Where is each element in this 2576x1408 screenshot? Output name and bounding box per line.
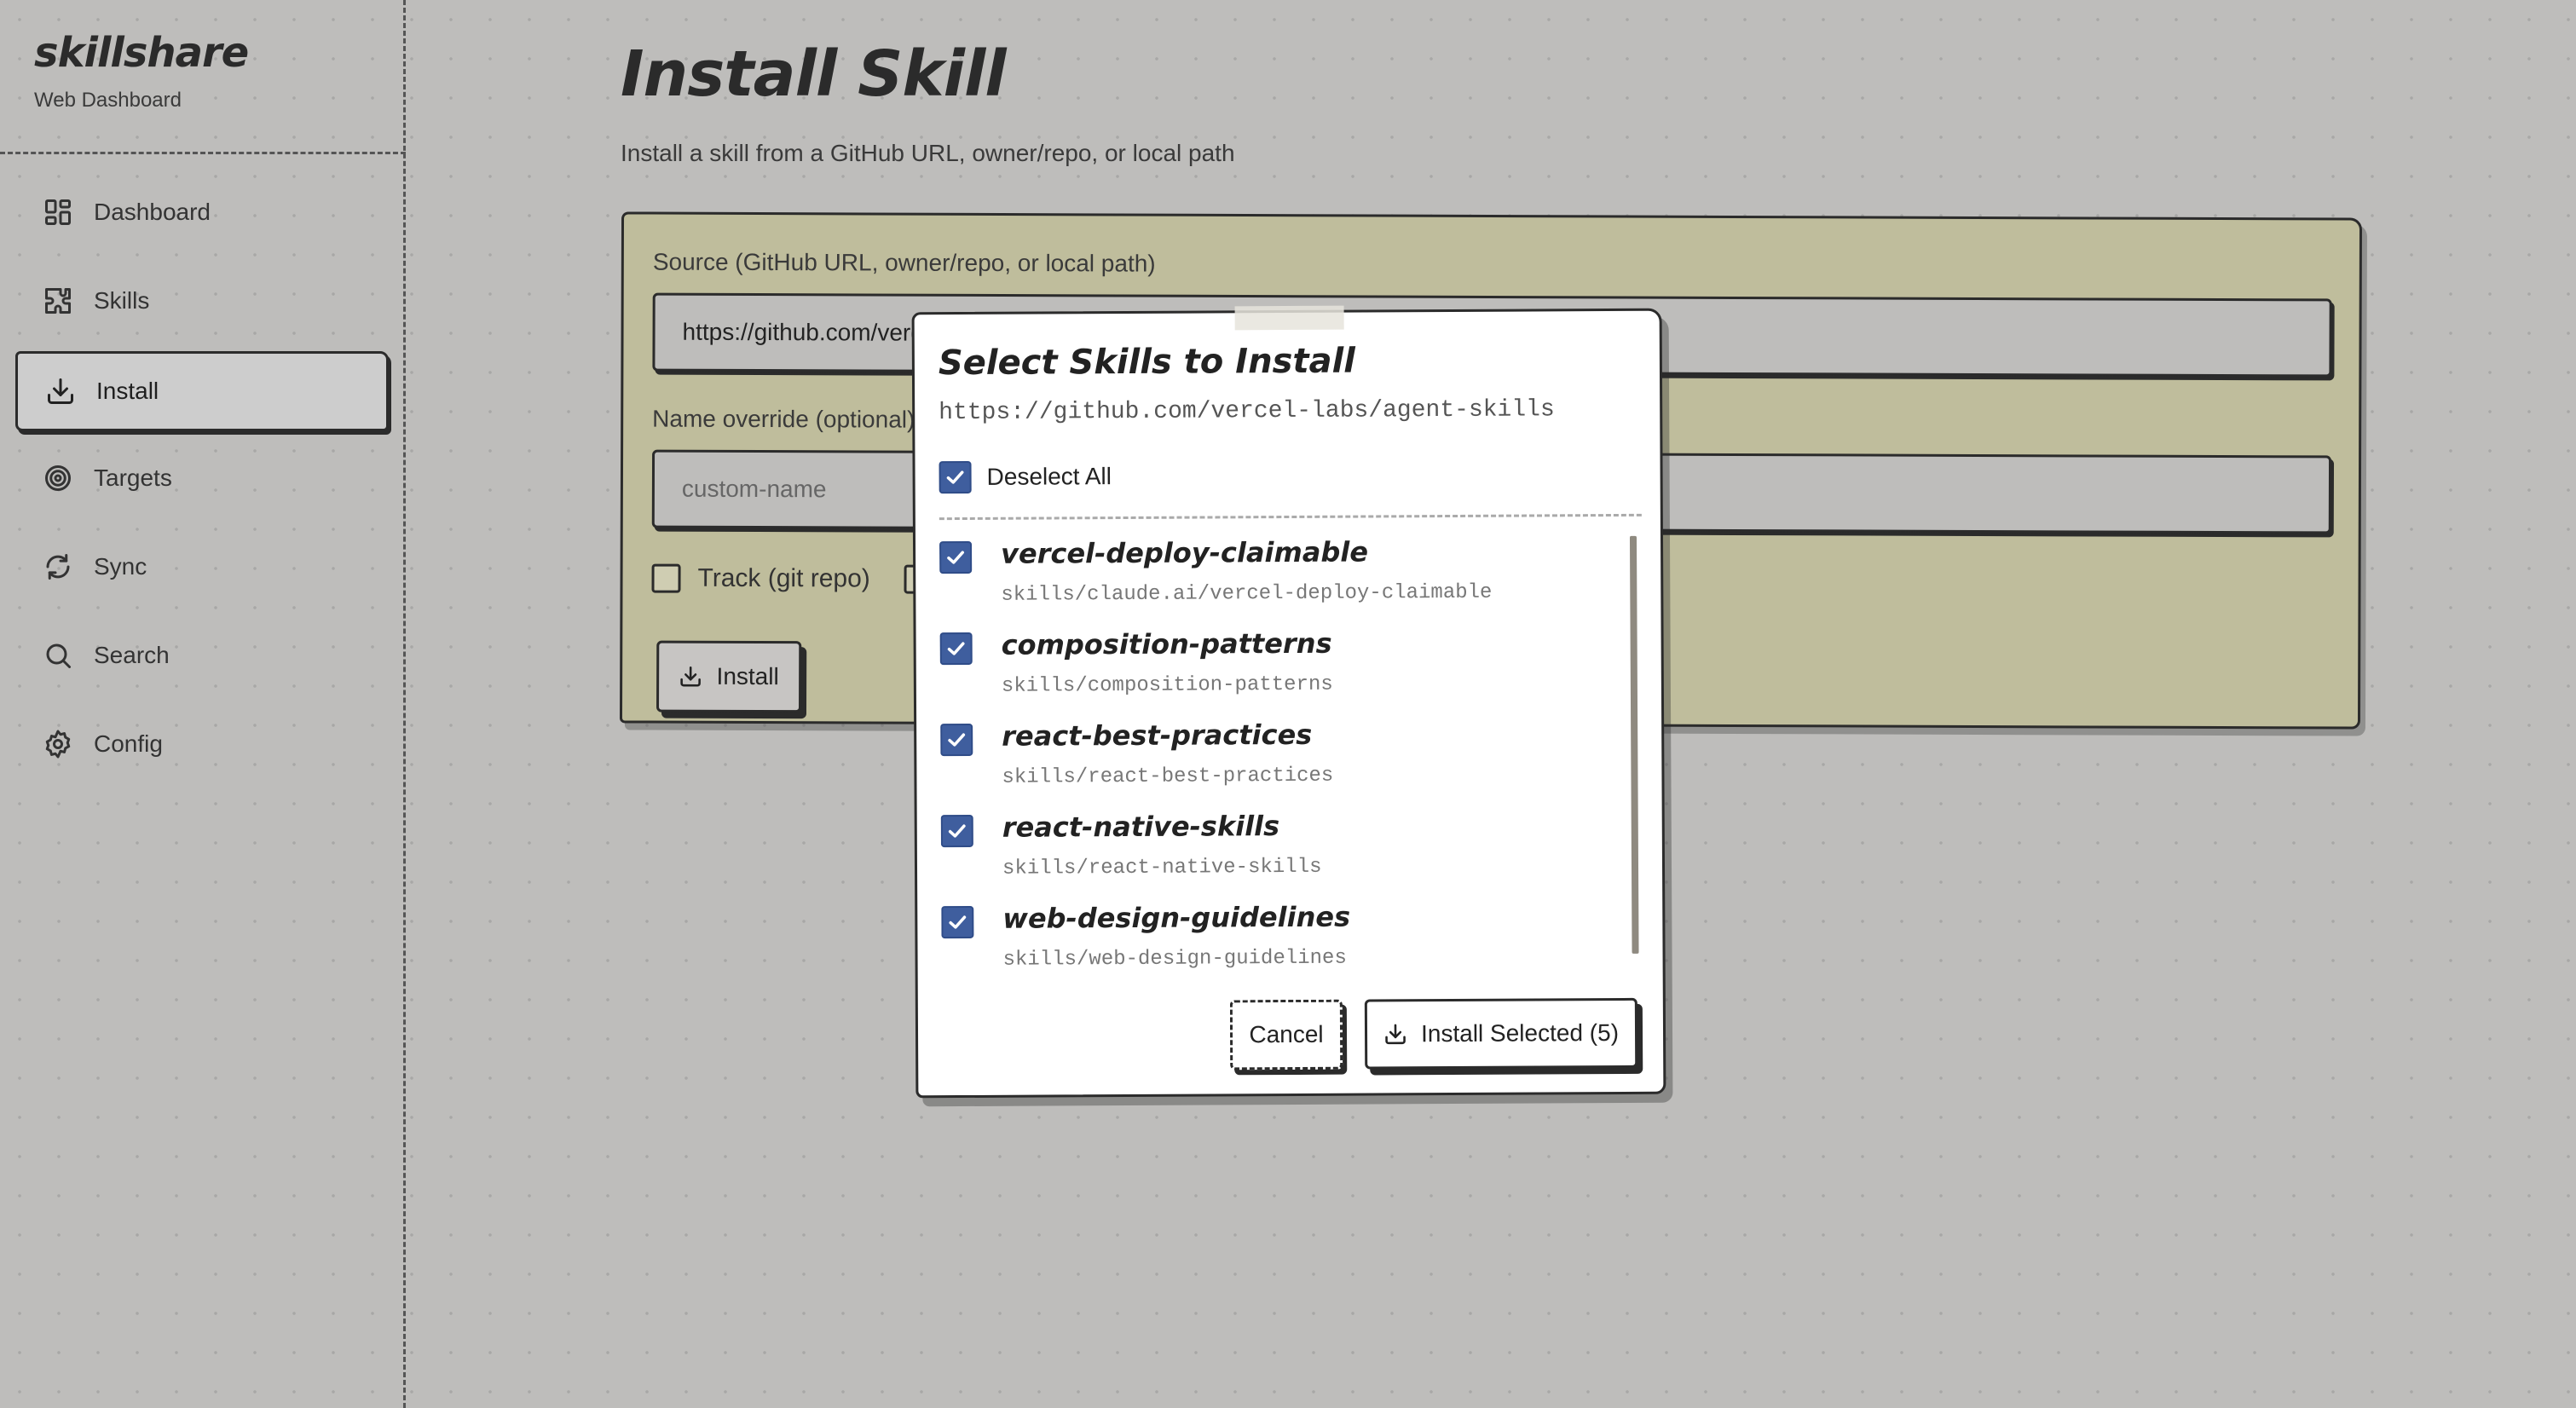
sidebar-item-label: Config bbox=[94, 730, 163, 757]
select-skills-modal: Select Skills to Install https://github.… bbox=[911, 305, 1666, 1099]
checkmark-icon bbox=[947, 642, 965, 655]
modal-tape bbox=[1234, 305, 1344, 331]
skill-list-scrollbar[interactable] bbox=[1629, 535, 1639, 954]
sidebar-item-label: Dashboard bbox=[94, 199, 211, 225]
sidebar-item-skills[interactable]: Skills bbox=[15, 261, 389, 341]
skill-checkbox[interactable] bbox=[940, 723, 973, 757]
install-selected-button[interactable]: Install Selected (5) bbox=[1364, 997, 1638, 1070]
cancel-button[interactable]: Cancel bbox=[1229, 999, 1343, 1070]
skill-item[interactable]: react-native-skills skills/react-native-… bbox=[940, 808, 1607, 903]
install-selected-label: Install Selected (5) bbox=[1420, 1018, 1620, 1047]
track-checkbox[interactable] bbox=[651, 563, 681, 593]
sidebar-item-dashboard[interactable]: Dashboard bbox=[15, 172, 389, 252]
sidebar-item-label: Sync bbox=[94, 553, 147, 580]
scrollbar-thumb[interactable] bbox=[1629, 535, 1639, 954]
modal-title: Select Skills to Install bbox=[938, 341, 1356, 384]
dashboard-icon bbox=[43, 197, 73, 228]
checkmark-icon bbox=[946, 470, 964, 484]
name-override-placeholder: custom-name bbox=[681, 475, 827, 503]
checkmark-icon bbox=[948, 824, 966, 838]
source-label: Source (GitHub URL, owner/repo, or local… bbox=[652, 248, 1156, 277]
sidebar-item-label: Skills bbox=[94, 287, 150, 314]
checkmark-icon bbox=[947, 551, 964, 564]
sidebar-item-label: Targets bbox=[94, 465, 172, 491]
skill-name: web-design-guidelines bbox=[1002, 900, 1351, 935]
install-button-label: Install bbox=[716, 662, 779, 690]
track-checkbox-label: Track (git repo) bbox=[697, 563, 870, 593]
target-icon bbox=[43, 463, 73, 493]
sidebar: skillshare Web Dashboard Dashboard Skill… bbox=[0, 0, 406, 1408]
skill-path: skills/react-best-practices bbox=[1002, 764, 1334, 789]
app-name[interactable]: skillshare bbox=[34, 29, 249, 77]
download-icon bbox=[1383, 1022, 1407, 1046]
skill-item[interactable]: react-best-practices skills/react-best-p… bbox=[940, 717, 1606, 811]
brand-divider bbox=[0, 152, 406, 154]
skill-path: skills/claude.ai/vercel-deploy-claimable bbox=[1001, 580, 1493, 607]
track-checkbox-row[interactable]: Track (git repo) bbox=[651, 563, 870, 594]
skill-name: react-native-skills bbox=[1002, 810, 1280, 844]
sidebar-item-search[interactable]: Search bbox=[15, 615, 389, 695]
skill-list: vercel-deploy-claimable skills/claude.ai… bbox=[939, 534, 1615, 983]
checkmark-icon bbox=[948, 733, 966, 747]
page-title: Install Skill bbox=[621, 38, 1007, 111]
download-icon bbox=[45, 376, 76, 407]
app-subtitle: Web Dashboard bbox=[34, 89, 182, 112]
checkmark-icon bbox=[949, 915, 967, 929]
skill-checkbox[interactable] bbox=[939, 540, 973, 574]
sidebar-item-targets[interactable]: Targets bbox=[15, 438, 389, 518]
skill-item[interactable]: composition-patterns skills/composition-… bbox=[939, 626, 1606, 720]
sidebar-item-label: Install bbox=[96, 378, 159, 404]
brand: skillshare Web Dashboard bbox=[34, 29, 249, 113]
skill-name: composition-patterns bbox=[1001, 626, 1332, 661]
search-icon bbox=[43, 640, 73, 671]
toggle-all-row[interactable]: Deselect All bbox=[939, 460, 1112, 494]
download-icon bbox=[679, 665, 703, 689]
sidebar-item-sync[interactable]: Sync bbox=[15, 527, 389, 607]
skill-checkbox[interactable] bbox=[939, 632, 973, 666]
install-button[interactable]: Install bbox=[656, 640, 802, 713]
skill-item[interactable]: web-design-guidelines skills/web-design-… bbox=[941, 899, 1607, 983]
toggle-all-label: Deselect All bbox=[986, 463, 1112, 490]
modal-source-url: https://github.com/vercel-labs/agent-ski… bbox=[939, 396, 1555, 427]
gear-icon bbox=[43, 729, 73, 759]
sidebar-item-config[interactable]: Config bbox=[15, 704, 389, 784]
puzzle-icon bbox=[43, 286, 73, 316]
skill-name: vercel-deploy-claimable bbox=[1000, 535, 1369, 570]
sync-icon bbox=[43, 551, 73, 582]
skill-checkbox[interactable] bbox=[940, 814, 973, 848]
sidebar-item-install[interactable]: Install bbox=[15, 351, 389, 431]
skill-path: skills/web-design-guidelines bbox=[1002, 946, 1347, 972]
toggle-all-checkbox[interactable] bbox=[939, 460, 972, 494]
skill-item[interactable]: vercel-deploy-claimable skills/claude.ai… bbox=[939, 534, 1605, 629]
modal-divider bbox=[939, 513, 1642, 521]
modal-actions: Cancel Install Selected (5) bbox=[1229, 997, 1638, 1070]
page-subtitle: Install a skill from a GitHub URL, owner… bbox=[621, 140, 1235, 166]
skill-checkbox[interactable] bbox=[941, 905, 974, 939]
sidebar-item-label: Search bbox=[94, 642, 170, 668]
skill-path: skills/composition-patterns bbox=[1001, 672, 1333, 698]
skill-name: react-best-practices bbox=[1002, 718, 1313, 753]
name-override-label: Name override (optional) bbox=[652, 405, 915, 433]
skill-path: skills/react-native-skills bbox=[1002, 855, 1322, 880]
